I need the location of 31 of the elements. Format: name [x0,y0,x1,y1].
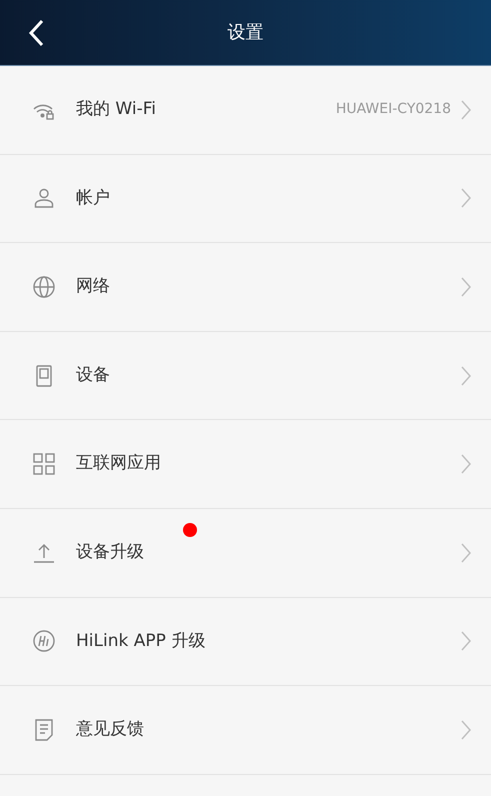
settings-item[interactable]: 设备 [0,332,491,420]
item-label: 意见反馈 [76,718,144,742]
chevron-right-icon [461,100,471,120]
settings-item[interactable]: 设备升级 [0,508,491,598]
settings-item[interactable]: 互联网应用 [0,420,491,509]
chevron-right-icon [461,720,471,740]
settings-item[interactable]: 网络 [0,243,491,332]
back-icon [28,19,44,47]
chevron-right-icon [461,631,471,652]
chevron-right-icon [461,188,471,208]
settings-item[interactable]: 意见反馈 [0,686,491,775]
item-label: 设备 [76,364,110,387]
chevron-right-icon [461,366,471,386]
item-label: 互联网应用 [76,452,161,476]
item-label: 帐户 [76,186,110,210]
grid-icon [32,452,56,476]
chevron-right-icon [461,276,471,297]
chevron-right-icon [461,542,471,563]
settings-item[interactable]: HiLink APP 升级 [0,598,491,686]
hilink-icon [32,629,56,654]
settings-item[interactable]: 帐户 [0,154,491,244]
page-title: 设置 [228,21,264,45]
globe-icon [32,274,56,299]
item-label: 我的 Wi-Fi [76,98,156,122]
item-label: 设备升级 [76,541,144,564]
item-label: HiLink APP 升级 [76,630,206,653]
chevron-right-icon [461,454,471,474]
person-icon [32,186,56,210]
settings-item[interactable]: 我的 Wi-Fi HUAWEI-CY0218 [0,66,491,155]
item-value: HUAWEI-CY0218 [336,100,451,120]
item-label: 网络 [76,275,110,298]
